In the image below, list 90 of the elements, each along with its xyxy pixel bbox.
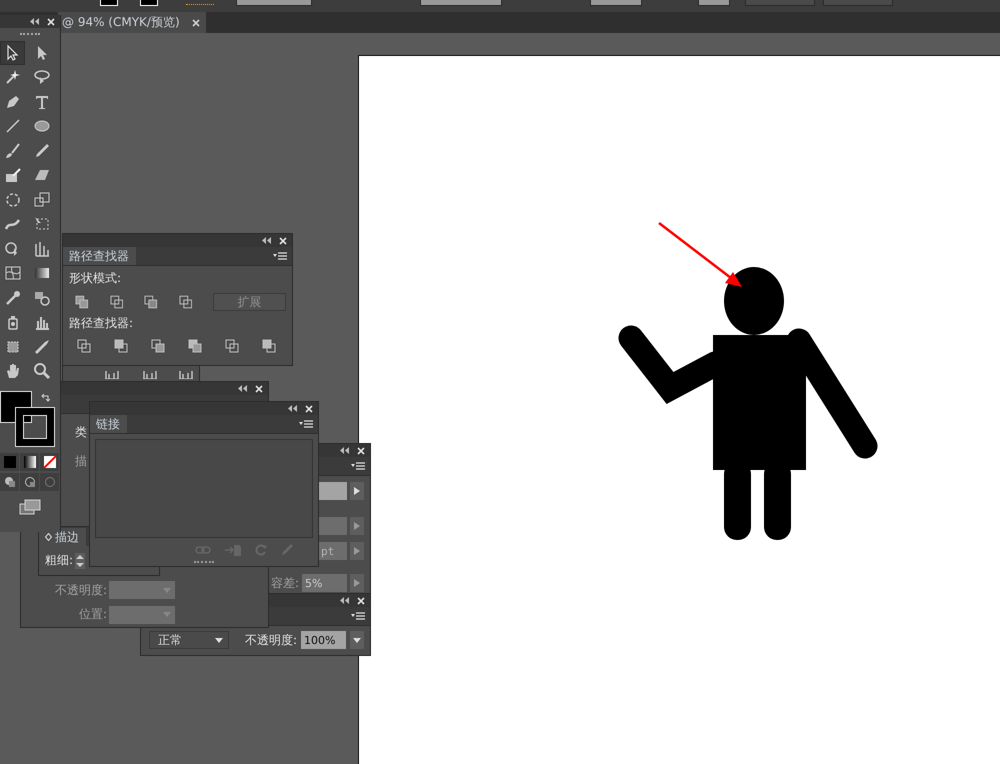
drag-grip[interactable] — [20, 33, 40, 37]
caret-icon — [353, 638, 361, 642]
zoom-icon — [32, 362, 50, 380]
draw-normal-icon — [4, 476, 16, 488]
overlapping-squares-icon[interactable] — [262, 339, 276, 353]
swap-icon[interactable] — [40, 393, 50, 403]
stroke-tab[interactable]: 描边 — [39, 528, 86, 546]
opacity-field[interactable]: 100% — [301, 631, 346, 649]
close-icon[interactable] — [192, 18, 200, 26]
distribute-icon[interactable] — [179, 369, 193, 379]
style-field[interactable] — [698, 0, 730, 6]
blob-brush-icon — [4, 166, 22, 184]
close-icon[interactable] — [47, 18, 55, 26]
overlapping-squares-icon[interactable] — [225, 339, 239, 353]
close-icon[interactable] — [357, 596, 365, 604]
opacity-label: 不透明度: — [54, 582, 107, 599]
distribute-icon[interactable] — [143, 369, 157, 379]
field-label: 描 — [75, 453, 88, 470]
collapse-icon[interactable] — [288, 405, 297, 412]
panel-menu-icon[interactable] — [273, 252, 287, 260]
overlapping-squares-icon[interactable] — [77, 339, 91, 353]
play-icon — [354, 579, 360, 587]
color-mode-button[interactable] — [0, 453, 19, 471]
none-mode-button[interactable] — [40, 453, 59, 471]
lasso-icon — [32, 68, 50, 86]
resize-grip[interactable] — [194, 561, 214, 566]
stroke-swatch[interactable] — [16, 408, 54, 446]
gradient-mode-button[interactable] — [20, 453, 39, 471]
play-icon — [354, 522, 360, 530]
screen-mode-icon[interactable] — [19, 499, 41, 515]
slice-icon — [32, 338, 50, 356]
overlapping-squares-icon[interactable] — [114, 339, 128, 353]
stroke-weight-control[interactable] — [186, 1, 214, 5]
weight-label: 粗细: — [45, 552, 74, 569]
diamond-icon — [45, 533, 52, 541]
close-icon[interactable] — [255, 384, 263, 392]
distribute-icon[interactable] — [105, 369, 119, 379]
play-icon — [354, 547, 360, 555]
panel-menu-icon[interactable] — [299, 420, 313, 428]
draw-inside-icon — [44, 476, 56, 488]
collapse-icon[interactable] — [340, 447, 349, 454]
dropdown-field[interactable] — [236, 0, 312, 6]
section-label: 形状模式: — [68, 270, 122, 287]
section-label: 路径查找器: — [68, 315, 134, 332]
none-icon — [44, 456, 56, 468]
stepper-icon — [76, 554, 84, 568]
dropdown-field[interactable] — [420, 0, 502, 6]
draw-behind-icon — [24, 476, 36, 488]
blend-mode-dropdown[interactable]: 正常 — [149, 631, 229, 649]
close-icon[interactable] — [279, 236, 287, 244]
opacity-field[interactable] — [590, 0, 642, 6]
overlapping-squares-icon[interactable] — [151, 339, 165, 353]
overlapping-squares-icon[interactable] — [188, 339, 202, 353]
play-icon — [354, 487, 360, 495]
overlapping-squares-icon[interactable] — [178, 295, 192, 309]
overlapping-squares-icon[interactable] — [110, 295, 124, 309]
rotate-icon — [4, 190, 22, 209]
caret-icon — [163, 612, 171, 618]
panel-menu-icon[interactable] — [351, 612, 365, 620]
brush-icon — [4, 142, 22, 160]
eyedropper-icon — [4, 288, 22, 307]
stepper[interactable] — [75, 552, 86, 568]
selection-tool[interactable] — [0, 41, 25, 64]
input-field[interactable] — [319, 517, 347, 535]
caret-icon — [214, 638, 223, 642]
collapse-icon[interactable] — [262, 237, 271, 244]
close-icon[interactable] — [305, 404, 313, 412]
collapse-icon[interactable] — [30, 18, 39, 25]
position-label: 位置: — [78, 606, 107, 624]
input-field[interactable] — [319, 482, 347, 500]
line-icon — [4, 117, 22, 136]
scale-icon — [32, 190, 50, 209]
collapse-icon[interactable] — [340, 597, 349, 604]
collapse-icon[interactable] — [238, 385, 247, 392]
overlapping-squares-icon[interactable] — [75, 295, 89, 309]
document-tab[interactable]: @ 94% (CMYK/预览) — [58, 12, 206, 33]
mesh-icon — [4, 264, 22, 282]
opacity-label: 不透明度: — [244, 632, 298, 648]
links-tab[interactable]: 链接 — [90, 415, 127, 433]
draw-mode-button[interactable] — [20, 473, 39, 491]
magic-wand-icon — [4, 68, 22, 86]
tolerance-field[interactable]: 5% — [302, 574, 347, 592]
arrow-button[interactable] — [350, 482, 364, 500]
close-icon[interactable] — [357, 446, 365, 454]
pathfinder-tab[interactable]: 路径查找器 — [63, 247, 136, 265]
draw-mode-button[interactable] — [0, 473, 19, 491]
panel-menu-icon[interactable] — [351, 462, 365, 470]
dropdown-button[interactable] — [350, 631, 364, 649]
tolerance-label: 容差: — [270, 574, 299, 592]
overlapping-squares-icon[interactable] — [144, 295, 158, 309]
